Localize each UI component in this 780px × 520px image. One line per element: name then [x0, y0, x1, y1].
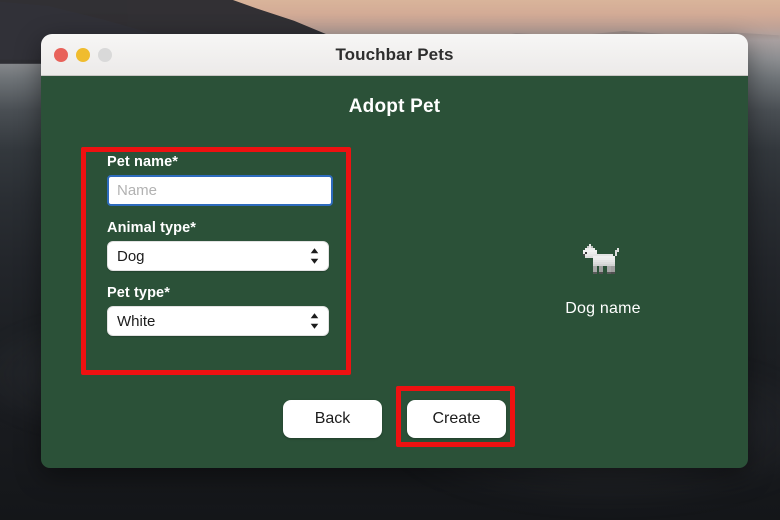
app-window: Touchbar Pets Adopt Pet Pet name* Animal… [41, 34, 748, 468]
animal-type-label: Animal type* [107, 220, 197, 236]
back-button[interactable]: Back [283, 400, 382, 438]
action-button-row: Back Create [41, 400, 748, 438]
window-title: Touchbar Pets [335, 44, 454, 64]
minimize-window-button[interactable] [76, 47, 90, 62]
field-group-pet-type: Pet type* White [107, 285, 333, 336]
pet-type-label: Pet type* [107, 285, 170, 301]
page-title: Adopt Pet [348, 96, 441, 117]
pet-preview: Dog name [503, 244, 703, 318]
animal-type-value: Dog [107, 241, 329, 271]
field-group-pet-name: Pet name* [107, 154, 333, 206]
white-dog-sprite-icon [583, 244, 619, 274]
adopt-pet-form: Pet name* Animal type* Dog Pet type* Whi… [107, 154, 333, 336]
pet-name-label: Pet name* [107, 154, 179, 170]
traffic-light-group [54, 47, 112, 62]
field-group-animal-type: Animal type* Dog [107, 220, 333, 271]
pet-name-input[interactable] [107, 175, 333, 206]
create-button[interactable]: Create [407, 400, 506, 438]
window-content-panel: Adopt Pet Pet name* Animal type* Dog Pet… [41, 76, 748, 468]
pet-type-select[interactable]: White [107, 306, 329, 336]
window-titlebar[interactable]: Touchbar Pets [41, 34, 748, 76]
close-window-button[interactable] [54, 47, 68, 62]
pet-type-value: White [107, 306, 329, 336]
animal-type-select[interactable]: Dog [107, 241, 329, 271]
maximize-window-button[interactable] [98, 47, 112, 62]
pet-preview-caption: Dog name [565, 300, 641, 317]
